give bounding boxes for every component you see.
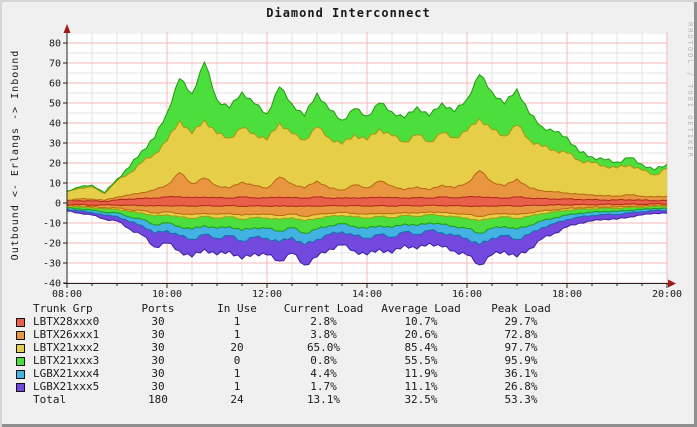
- svg-text:-30: -30: [43, 259, 61, 270]
- legend-value: 20: [230, 341, 244, 354]
- legend-value: 72.8%: [504, 328, 538, 341]
- legend-value: 20.6%: [404, 328, 438, 341]
- legend-value: 53.3%: [504, 393, 538, 406]
- legend-value: 30: [151, 328, 165, 341]
- legend-value: 10.7%: [404, 315, 438, 328]
- legend-value: 29.7%: [504, 315, 538, 328]
- legend-value: 30: [151, 367, 165, 380]
- legend-value: 24: [230, 393, 244, 406]
- legend-value: 95.9%: [504, 354, 538, 367]
- svg-text:10:00: 10:00: [152, 289, 182, 300]
- legend-row: Total 180 24 13.1% 32.5% 53.3%: [16, 393, 576, 406]
- legend-value: 3.8%: [310, 328, 337, 341]
- legend-header-row: Trunk Grp Ports In Use Current Load Average …: [16, 302, 576, 315]
- svg-text:80: 80: [49, 39, 61, 50]
- rrdtool-graph: Diamond Interconnect Outbound <- Erlangs…: [0, 0, 697, 427]
- legend-value: 65.0%: [306, 341, 341, 354]
- legend-swatch-cell: [16, 354, 33, 367]
- legend-value: 85.4%: [404, 341, 438, 354]
- legend-value: 36.1%: [504, 367, 538, 380]
- legend-value: 30: [151, 354, 165, 367]
- legend-value: 0.8%: [310, 354, 337, 367]
- svg-text:60: 60: [49, 79, 61, 90]
- legend-value: 2.8%: [310, 315, 337, 328]
- legend-value: 1: [233, 328, 241, 341]
- trunk-group-name: LGBX21xxx4: [33, 367, 100, 380]
- legend-value: 13.1%: [306, 393, 341, 406]
- series-color-swatch: [16, 356, 25, 366]
- svg-text:0: 0: [55, 199, 61, 210]
- svg-text:-10: -10: [43, 219, 61, 230]
- svg-text:16:00: 16:00: [452, 289, 482, 300]
- legend-value: 1: [233, 367, 241, 380]
- svg-text:20:00: 20:00: [652, 289, 682, 300]
- legend-value: 1: [233, 315, 241, 328]
- rrdtool-watermark: RRDTOOL / TOBI OETIKER: [686, 22, 694, 159]
- svg-text:30: 30: [49, 139, 61, 150]
- legend-swatch-cell: [16, 367, 33, 380]
- legend-value: 0: [233, 354, 241, 367]
- svg-text:08:00: 08:00: [52, 289, 82, 300]
- svg-text:18:00: 18:00: [552, 289, 582, 300]
- legend-value: 1.7%: [310, 380, 337, 393]
- legend-value: 11.1%: [404, 380, 438, 393]
- trunk-group-name: LBTX21xxx2: [33, 341, 100, 354]
- legend-row: LBTX28xxx0 30 1 2.8% 10.7% 29.7%: [16, 315, 576, 328]
- trunk-group-name: Total: [33, 393, 67, 406]
- svg-text:-20: -20: [43, 239, 61, 250]
- series-color-swatch: [16, 317, 25, 327]
- legend-header-4: Current Load: [283, 302, 364, 315]
- series-color-swatch: [16, 330, 25, 340]
- series-color-swatch: [16, 343, 25, 353]
- chart-canvas: 80 70 60 50 40 30 20 10 0 -10 -20 -30 -4008:00 10:00 1…: [43, 24, 682, 300]
- legend-value: 11.9%: [404, 367, 438, 380]
- svg-text:12:00: 12:00: [252, 289, 282, 300]
- legend-value: 30: [151, 315, 165, 328]
- svg-text:10: 10: [49, 179, 61, 190]
- svg-text:14:00: 14:00: [352, 289, 382, 300]
- svg-text:70: 70: [49, 59, 61, 70]
- svg-text:50: 50: [49, 99, 61, 110]
- legend-header-2: Ports: [141, 302, 175, 315]
- trunk-group-name: LBTX21xxx3: [33, 354, 100, 367]
- legend-swatch-cell: [16, 328, 33, 341]
- trunk-group-name: LBTX28xxx0: [33, 315, 100, 328]
- legend-swatch-cell: [16, 380, 33, 393]
- legend-value: 32.5%: [404, 393, 438, 406]
- legend-value: 30: [151, 341, 165, 354]
- legend-row: LBTX21xxx3 30 0 0.8% 55.5% 95.9%: [16, 354, 576, 367]
- legend-value: 55.5%: [404, 354, 438, 367]
- legend-swatch-cell: [16, 393, 33, 406]
- svg-text:20: 20: [49, 159, 61, 170]
- legend-header-swatch: [16, 302, 33, 315]
- trunk-group-name: LBTX26xxx1: [33, 328, 100, 341]
- trunk-group-name: LGBX21xxx5: [33, 380, 100, 393]
- legend-header-3: In Use: [217, 302, 257, 315]
- svg-text:-40: -40: [43, 279, 61, 290]
- legend-row: LBTX21xxx2 30 20 65.0% 85.4% 97.7%: [16, 341, 576, 354]
- svg-text:40: 40: [49, 119, 61, 130]
- legend-swatch-cell: [16, 341, 33, 354]
- legend-header-1: Trunk Grp: [33, 302, 93, 315]
- legend-table-grid: Trunk Grp Ports In Use Current Load Average …: [16, 302, 576, 406]
- legend-value: 26.8%: [504, 380, 538, 393]
- legend-value: 4.4%: [310, 367, 337, 380]
- legend-value: 180: [148, 393, 168, 406]
- legend-value: 30: [151, 380, 165, 393]
- legend-row: LBTX26xxx1 30 1 3.8% 20.6% 72.8%: [16, 328, 576, 341]
- series-color-swatch: [16, 382, 25, 392]
- legend-header-5: Average Load: [381, 302, 461, 315]
- series-color-swatch: [16, 369, 25, 379]
- legend-header-6: Peak Load: [491, 302, 551, 315]
- legend-swatch-cell: [16, 315, 33, 328]
- legend-value: 97.7%: [504, 341, 538, 354]
- legend-value: 1: [233, 380, 241, 393]
- legend-row: LGBX21xxx4 30 1 4.4% 11.9% 36.1%: [16, 367, 576, 380]
- legend-row: LGBX21xxx5 30 1 1.7% 11.1% 26.8%: [16, 380, 576, 393]
- legend-table: Trunk Grp Ports In Use Current Load Average …: [16, 302, 576, 406]
